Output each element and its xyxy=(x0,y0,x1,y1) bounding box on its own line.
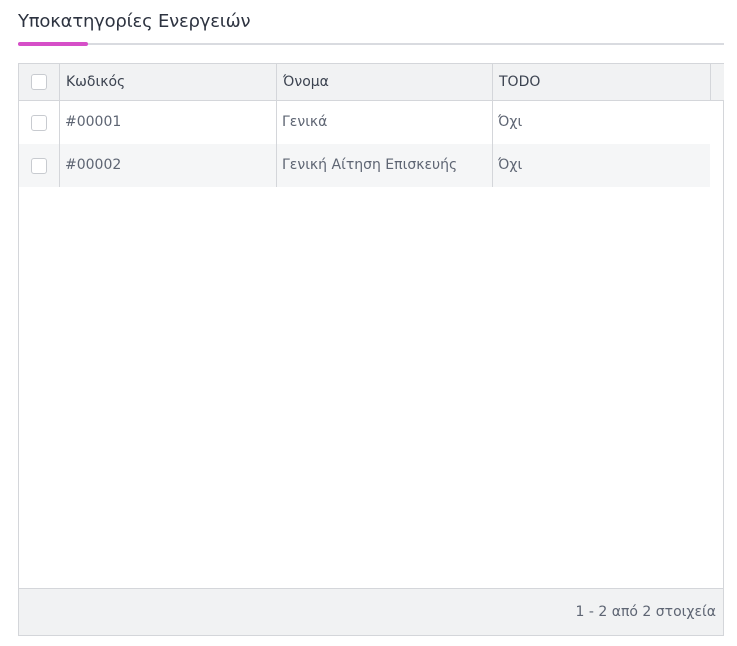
row-checkbox[interactable] xyxy=(31,115,47,131)
cell-code: #00002 xyxy=(65,157,122,173)
column-header-code[interactable]: Κωδικός xyxy=(59,64,276,100)
header-scroll-gutter xyxy=(710,64,724,100)
title-underline xyxy=(18,43,724,45)
table-row[interactable]: #00001 Γενικά Όχι xyxy=(19,101,710,144)
pager-info: 1 - 2 από 2 στοιχεία xyxy=(575,604,716,620)
grid-header: Κωδικός Όνομα TODO xyxy=(19,64,724,101)
row-checkbox[interactable] xyxy=(31,158,47,174)
table-row[interactable]: #00002 Γενική Αίτηση Επισκευής Όχι xyxy=(19,144,710,187)
title-accent-bar xyxy=(18,42,88,46)
cell-todo: Όχι xyxy=(498,157,523,173)
cell-code: #00001 xyxy=(65,114,122,130)
column-header-name[interactable]: Όνομα xyxy=(276,64,492,100)
cell-todo: Όχι xyxy=(498,114,523,130)
column-header-todo[interactable]: TODO xyxy=(492,64,710,100)
select-all-checkbox[interactable] xyxy=(31,74,47,90)
cell-name: Γενικά xyxy=(282,114,328,130)
cell-name: Γενική Αίτηση Επισκευής xyxy=(282,157,458,173)
panel-title: Υποκατηγορίες Ενεργειών xyxy=(18,11,251,32)
data-grid: Κωδικός Όνομα TODO #00001 Γενικά Όχι #00… xyxy=(18,63,724,636)
grid-pager: 1 - 2 από 2 στοιχεία xyxy=(19,588,723,635)
